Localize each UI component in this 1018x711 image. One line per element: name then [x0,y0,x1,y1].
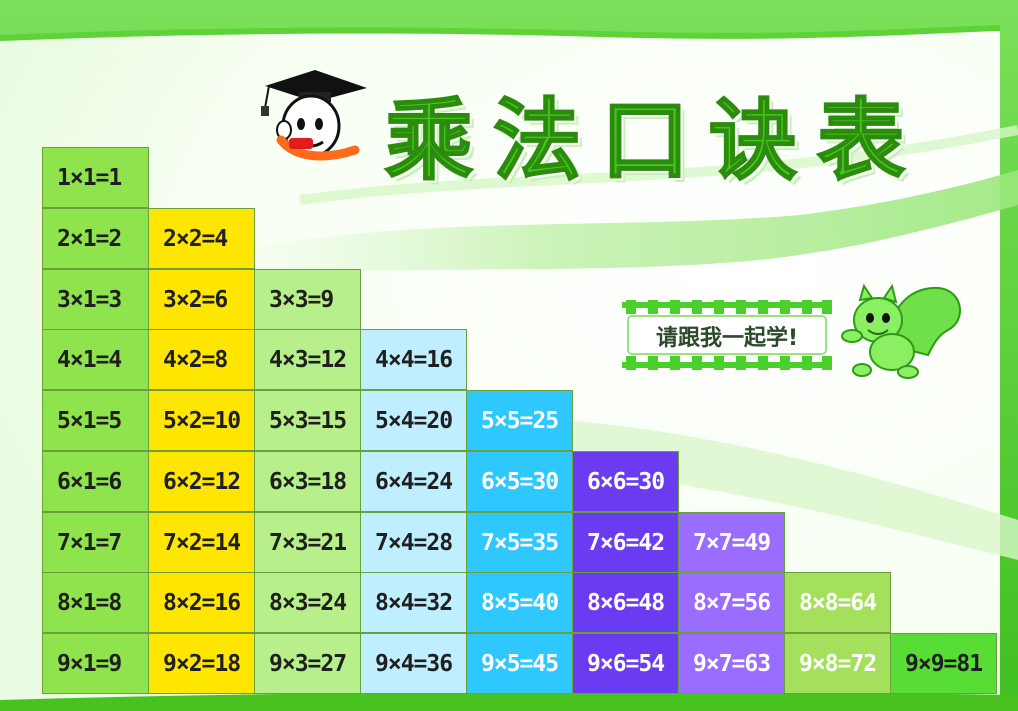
table-cell: 5×5=25 [466,390,573,451]
table-cell: 9×2=18 [148,633,255,694]
table-cell: 5×1=5 [42,390,149,451]
table-cell: 3×1=3 [42,269,149,330]
table-cell: 9×5=45 [466,633,573,694]
table-cell: 9×8=72 [784,633,891,694]
banner-text: 请跟我一起学! [655,326,799,351]
table-cell: 1×1=1 [42,147,149,208]
table-cell: 9×1=9 [42,633,149,694]
table-cell: 7×1=7 [42,512,149,573]
table-cell: 9×9=81 [890,633,997,694]
table-cell: 4×4=16 [360,329,467,390]
table-cell: 8×4=32 [360,572,467,633]
table-cell: 8×8=64 [784,572,891,633]
table-cell: 7×2=14 [148,512,255,573]
table-cell: 5×2=10 [148,390,255,451]
page-title: 乘法口诀表 [384,88,926,193]
table-cell: 6×4=24 [360,451,467,512]
table-cell: 8×3=24 [254,572,361,633]
table-cell: 7×5=35 [466,512,573,573]
table-cell: 9×3=27 [254,633,361,694]
table-cell: 8×6=48 [572,572,679,633]
table-cell: 4×3=12 [254,329,361,390]
table-cell: 5×4=20 [360,390,467,451]
squirrel-mascot-icon [841,283,961,379]
table-cell: 8×5=40 [466,572,573,633]
table-cell: 3×3=9 [254,269,361,330]
table-cell: 8×2=16 [148,572,255,633]
table-cell: 9×7=63 [678,633,785,694]
table-cell: 2×1=2 [42,208,149,269]
table-cell: 6×3=18 [254,451,361,512]
table-cell: 7×4=28 [360,512,467,573]
table-cell: 3×2=6 [148,269,255,330]
table-cell: 8×7=56 [678,572,785,633]
table-cell: 6×2=12 [148,451,255,512]
table-cell: 8×1=8 [42,572,149,633]
table-cell: 7×7=49 [678,512,785,573]
table-cell: 2×2=4 [148,208,255,269]
table-cell: 7×3=21 [254,512,361,573]
table-cell: 4×2=8 [148,329,255,390]
table-cell: 9×6=54 [572,633,679,694]
table-cell: 7×6=42 [572,512,679,573]
table-cell: 5×3=15 [254,390,361,451]
table-cell: 6×1=6 [42,451,149,512]
graduate-boy-mascot-icon [261,70,367,161]
table-cell: 6×5=30 [466,451,573,512]
poster: 乘法口诀表 请跟我一起学! 1×1=1 2×1=2 3×1=3 4×1=4 5×… [0,0,1018,711]
table-cell: 4×1=4 [42,329,149,390]
table-cell: 9×4=36 [360,633,467,694]
table-cell: 6×6=30 [572,451,679,512]
